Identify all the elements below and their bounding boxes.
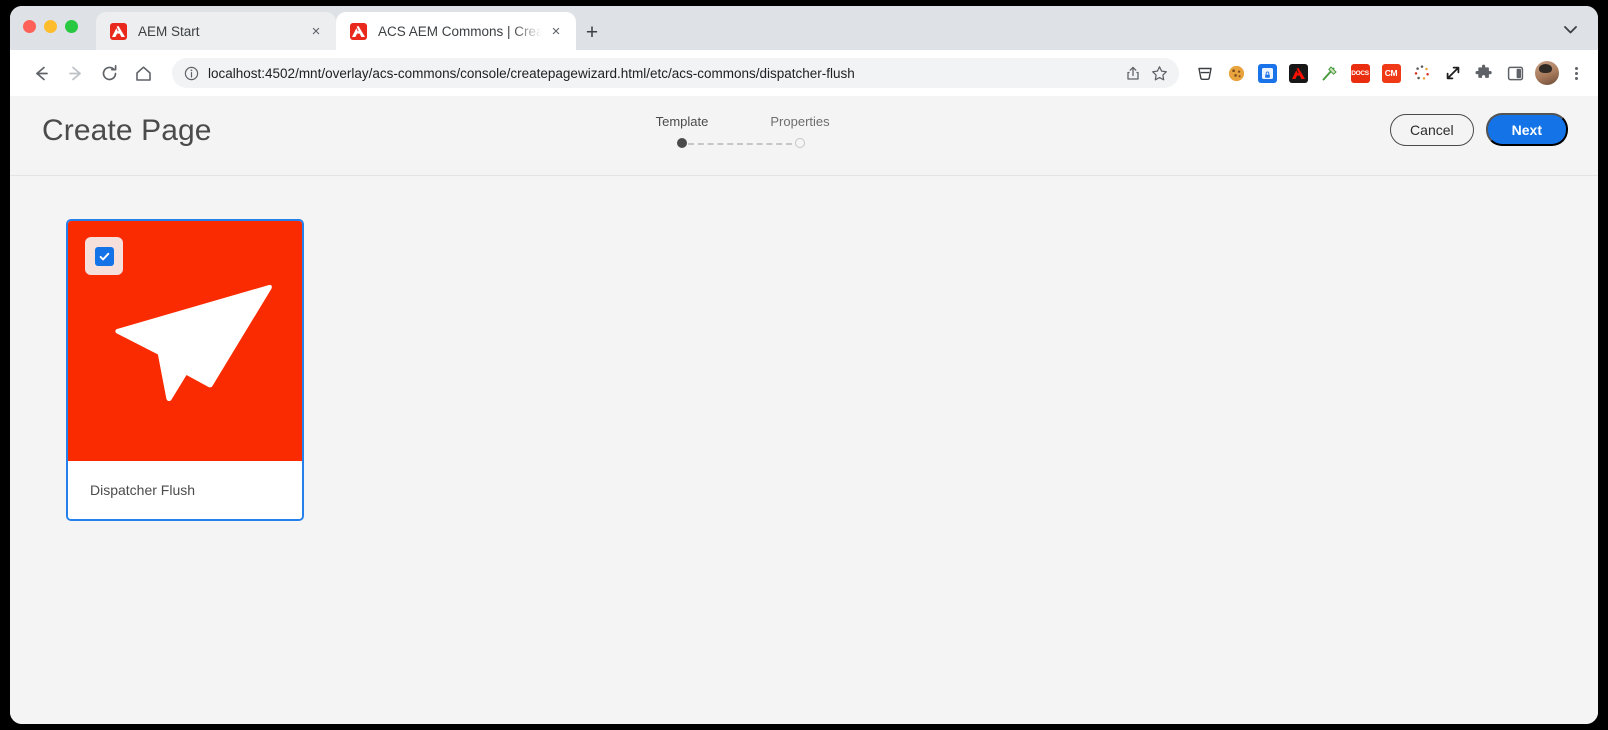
loading-dots-extension-icon[interactable]	[1409, 60, 1435, 86]
back-button[interactable]	[26, 58, 56, 88]
template-card-dispatcher-flush[interactable]: Dispatcher Flush	[66, 219, 304, 521]
close-window-button[interactable]	[23, 20, 36, 33]
step-label-properties: Properties	[770, 114, 830, 129]
template-title: Dispatcher Flush	[68, 461, 302, 519]
expand-extension-icon[interactable]	[1440, 60, 1466, 86]
wappalyzer-extension-icon[interactable]	[1316, 60, 1342, 86]
template-select-checkbox[interactable]	[85, 237, 123, 275]
browser-window: AEM Start × ACS AEM Commons | Create Pag…	[10, 6, 1598, 724]
side-panel-icon[interactable]	[1502, 60, 1528, 86]
tab-aem-start[interactable]: AEM Start ×	[96, 12, 336, 50]
tab-title: ACS AEM Commons | Create Page	[378, 23, 542, 39]
step-label-template: Template	[655, 114, 709, 129]
header-actions: Cancel Next	[1390, 113, 1568, 146]
forward-button	[60, 58, 90, 88]
lastpass-extension-icon[interactable]	[1254, 60, 1280, 86]
step-dot-template[interactable]	[677, 138, 687, 148]
address-bar[interactable]: localhost:4502/mnt/overlay/acs-commons/c…	[172, 58, 1179, 88]
close-icon[interactable]: ×	[546, 21, 566, 41]
info-circle-icon[interactable]	[183, 65, 199, 81]
adobe-extension-icon[interactable]	[1285, 60, 1311, 86]
puzzle-piece-icon[interactable]	[1471, 60, 1497, 86]
checkbox-checked-icon	[94, 246, 114, 266]
reload-button[interactable]	[94, 58, 124, 88]
paper-plane-icon	[115, 284, 272, 401]
minimize-window-button[interactable]	[44, 20, 57, 33]
chevron-down-icon[interactable]	[1560, 20, 1580, 40]
step-dot-properties[interactable]	[795, 138, 805, 148]
browser-toolbar: localhost:4502/mnt/overlay/acs-commons/c…	[10, 50, 1598, 96]
close-icon[interactable]: ×	[306, 21, 326, 41]
adobe-icon	[110, 22, 127, 40]
trash-extension-icon[interactable]	[1192, 60, 1218, 86]
tab-acs-aem-commons[interactable]: ACS AEM Commons | Create Page ×	[336, 12, 576, 50]
template-thumbnail[interactable]	[68, 221, 302, 461]
next-button[interactable]: Next	[1485, 113, 1568, 146]
page-title: Create Page	[42, 114, 212, 147]
window-controls	[23, 20, 78, 33]
wizard-header: Create Page Template Properties Cancel N…	[10, 96, 1598, 176]
new-tab-button[interactable]: +	[578, 18, 606, 46]
cm-extension-icon[interactable]: CM	[1378, 60, 1404, 86]
share-icon[interactable]	[1121, 61, 1145, 85]
home-button[interactable]	[128, 58, 158, 88]
maximize-window-button[interactable]	[65, 20, 78, 33]
star-icon[interactable]	[1147, 61, 1171, 85]
three-dots-menu-icon[interactable]	[1564, 61, 1588, 85]
wizard-steps: Template Properties	[654, 114, 954, 150]
tab-title: AEM Start	[138, 23, 200, 39]
url-text[interactable]: localhost:4502/mnt/overlay/acs-commons/c…	[208, 66, 1119, 81]
docs-extension-icon[interactable]: DOCS	[1347, 60, 1373, 86]
tab-strip: AEM Start × ACS AEM Commons | Create Pag…	[10, 6, 1598, 50]
adobe-icon	[350, 22, 367, 40]
step-connector-line	[688, 143, 792, 145]
template-grid: Dispatcher Flush	[66, 219, 304, 521]
cookie-extension-icon[interactable]	[1223, 60, 1249, 86]
user-avatar[interactable]	[1535, 61, 1559, 85]
cancel-button[interactable]: Cancel	[1390, 113, 1474, 146]
page-content: Create Page Template Properties Cancel N…	[10, 96, 1598, 724]
